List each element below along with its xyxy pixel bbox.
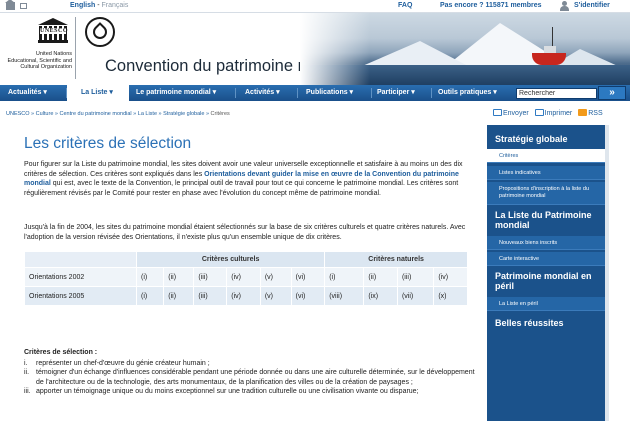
table-cell: (iv) [433,267,468,287]
organization-name: United Nations Educational, Scientific a… [7,51,72,70]
row-label: Orientations 2002 [24,267,137,287]
unesco-wordmark: UNESCO [40,28,69,34]
nav-patrimoine-mondial[interactable]: Le patrimoine mondial ▾ [136,85,216,101]
logo-divider [75,17,76,79]
table-cell: (ii) [163,267,195,287]
sidebar-item-propositions[interactable]: Propositions d'inscription à la liste du… [487,182,605,205]
top-bar: English - Français FAQ Pas encore ? 1158… [0,0,630,13]
rss-icon[interactable] [578,109,588,116]
criteria-list: i. représenter un chef-d'œuvre du génie c… [24,359,476,397]
criteria-heading: Critères de sélection : [24,349,98,356]
search-input[interactable] [516,88,597,99]
sidebar-item-nouveaux-biens[interactable]: Nouveaux biens inscrits [487,236,605,250]
table-cell: (vii) [396,286,435,306]
faq-link[interactable]: FAQ [398,2,412,9]
sidebar-item-carte-interactive[interactable]: Carte interactive [487,252,605,266]
sidebar-item-liste-en-peril[interactable]: La Liste en péril [487,297,605,311]
table-cell: (i) [324,267,365,287]
sidebar-shadow [605,125,609,421]
send-link[interactable]: Envoyer [503,110,529,117]
table-corner [24,251,137,268]
lang-french-link[interactable]: Français [102,2,129,9]
table-cell: (iv) [226,286,261,306]
header-cultural-criteria: Critères culturels [135,251,326,268]
user-icon [560,1,569,11]
nav-activites[interactable]: Activités ▾ [245,85,280,101]
table-cell: (iii) [193,286,228,306]
table-cell: (v) [259,286,292,306]
search-button[interactable]: » [598,86,626,100]
register-link[interactable]: Pas encore ? 115871 membres [440,2,542,9]
sidebar-section-reussites[interactable]: Belles réussites [495,318,564,328]
criteria-table: Critères culturels Critères naturels Ori… [24,251,468,306]
list-item: i. représenter un chef-d'œuvre du génie c… [24,360,210,367]
sidebar-section-strategie[interactable]: Stratégie globale [495,134,568,144]
home-icon[interactable] [5,0,15,10]
breadcrumb: UNESCO » Culture » Centre du patrimoine … [6,111,230,117]
table-cell: (v) [259,267,292,287]
print-icon[interactable] [534,109,544,116]
lang-english-link[interactable]: English [70,2,95,9]
table-cell: (ii) [163,286,195,306]
table-cell: (iii) [193,267,228,287]
sitemap-icon[interactable] [20,3,27,9]
nav-participer[interactable]: Participer ▾ [377,85,415,101]
list-item: iii. apporter un témoignage unique ou du … [24,388,419,396]
nav-la-liste[interactable]: La Liste ▾ [67,85,129,101]
table-cell: (iv) [226,267,261,287]
header-natural-criteria: Critères naturels [324,251,468,268]
table-cell: (ix) [363,286,398,306]
login-link[interactable]: S'identifier [574,2,610,9]
main-nav: Actualités ▾ La Liste ▾ Le patrimoine mo… [0,85,630,101]
right-sidebar: Stratégie globale Critères Listes indica… [487,125,605,421]
print-link[interactable]: Imprimer [545,110,573,117]
email-icon[interactable] [493,109,502,116]
sidebar-section-liste[interactable]: La Liste du Patrimoine mondial [495,210,599,230]
breadcrumb-path[interactable]: UNESCO » Culture » Centre du patrimoine … [6,111,211,117]
history-paragraph: Jusqu'à la fin de 2004, les sites du pat… [24,224,466,241]
nav-publications[interactable]: Publications ▾ [306,85,353,101]
banner-photo [300,13,630,85]
language-switcher: English - Français [70,2,128,9]
table-row: Orientations 2005 (i) (ii) (iii) (iv) (v… [24,286,468,306]
sidebar-section-peril[interactable]: Patrimoine mondial en péril [495,271,599,291]
table-cell: (iii) [396,267,435,287]
table-cell: (ii) [363,267,398,287]
table-cell: (x) [433,286,468,306]
table-cell: (viii) [324,286,365,306]
breadcrumb-current: Critères [210,111,230,117]
nav-actualites[interactable]: Actualités ▾ [8,85,47,101]
table-cell: (i) [135,267,165,287]
table-cell: (vi) [290,286,326,306]
table-cell: (vi) [290,267,326,287]
list-item: ii. témoigner d'un échange d'influences c… [24,369,475,386]
table-cell: (i) [135,286,165,306]
site-banner: UNESCO United Nations Educational, Scien… [0,13,630,85]
row-label: Orientations 2005 [24,286,137,306]
nav-outils-pratiques[interactable]: Outils pratiques ▾ [438,85,497,101]
sidebar-item-criteres[interactable]: Critères [487,149,605,163]
table-row: Orientations 2002 (i) (ii) (iii) (iv) (v… [24,267,468,287]
page-title: Les critères de sélection [24,135,192,152]
intro-paragraph: Pour figurer sur la Liste du patrimoine … [24,161,463,197]
world-heritage-emblem-icon[interactable] [85,17,115,47]
sidebar-item-listes-indicatives[interactable]: Listes indicatives [487,166,605,180]
page-tools: Envoyer Imprimer RSS [493,109,603,117]
unesco-logo[interactable]: UNESCO United Nations Educational, Scien… [0,13,96,85]
rss-link[interactable]: RSS [588,110,602,117]
